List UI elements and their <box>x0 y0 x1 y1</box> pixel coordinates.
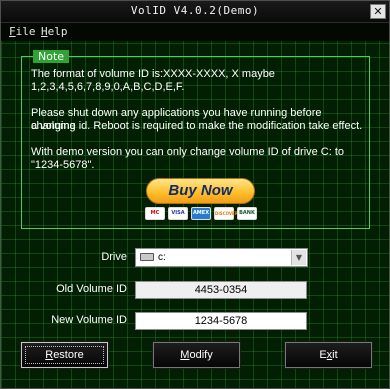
amex-icon: AMEX <box>191 207 211 220</box>
visa-icon: VISA <box>168 207 188 220</box>
note-format-line2: 1,2,3,4,5,6,7,8,9,0,A,B,C,D,E,F. <box>31 81 185 93</box>
menu-help-accel: H <box>41 25 48 38</box>
title-bar[interactable]: VolID V4.0.2(Demo) ✕ <box>1 1 389 23</box>
old-volume-label: Old Volume ID <box>56 283 127 295</box>
menu-bar: File Help <box>1 23 389 41</box>
window-title: VolID V4.0.2(Demo) <box>130 4 260 17</box>
new-volume-label: New Volume ID <box>51 314 127 326</box>
discover-icon: DISCOVER <box>214 207 238 220</box>
note-shutdown-line2: a volume id. Reboot is required to make … <box>31 120 363 132</box>
menu-file[interactable]: File <box>9 25 36 38</box>
exit-button[interactable]: Exit <box>284 341 373 369</box>
restore-button[interactable]: Restore <box>20 341 109 369</box>
note-tag: Note <box>33 50 70 63</box>
volid-window: VolID V4.0.2(Demo) ✕ File Help Note The … <box>0 0 390 389</box>
drive-icon <box>140 253 154 261</box>
menu-file-accel: F <box>9 25 16 38</box>
drive-label: Drive <box>101 251 127 263</box>
chevron-down-icon[interactable]: ▼ <box>291 250 306 265</box>
bank-icon: BANK <box>237 207 257 220</box>
note-demo-line1: With demo version you can only change vo… <box>31 146 345 158</box>
new-volume-input[interactable]: 1234-5678 <box>135 312 307 330</box>
old-volume-field: 4453-0354 <box>135 281 307 299</box>
menu-help-rest: elp <box>47 25 68 38</box>
note-demo-line2: "1234-5678". <box>31 159 95 171</box>
payment-cards: MC VISA AMEX DISCOVER BANK <box>145 207 257 221</box>
restore-rest: estore <box>53 349 84 361</box>
drive-value: c: <box>158 252 166 263</box>
modify-rest: odify <box>189 349 213 361</box>
note-format-line1: The format of volume ID is:XXXX-XXXX, X … <box>31 68 275 80</box>
buy-now-button[interactable]: Buy Now <box>146 178 255 204</box>
mastercard-icon: MC <box>145 207 165 220</box>
menu-help[interactable]: Help <box>41 25 68 38</box>
menu-file-rest: ile <box>15 25 36 38</box>
exit-rest: it <box>332 349 338 361</box>
exit-pre: E <box>319 349 327 361</box>
close-icon[interactable]: ✕ <box>370 4 386 19</box>
modify-button[interactable]: Modify <box>152 341 241 369</box>
drive-select[interactable]: c: ▼ <box>135 248 308 267</box>
restore-accel: R <box>45 349 54 361</box>
